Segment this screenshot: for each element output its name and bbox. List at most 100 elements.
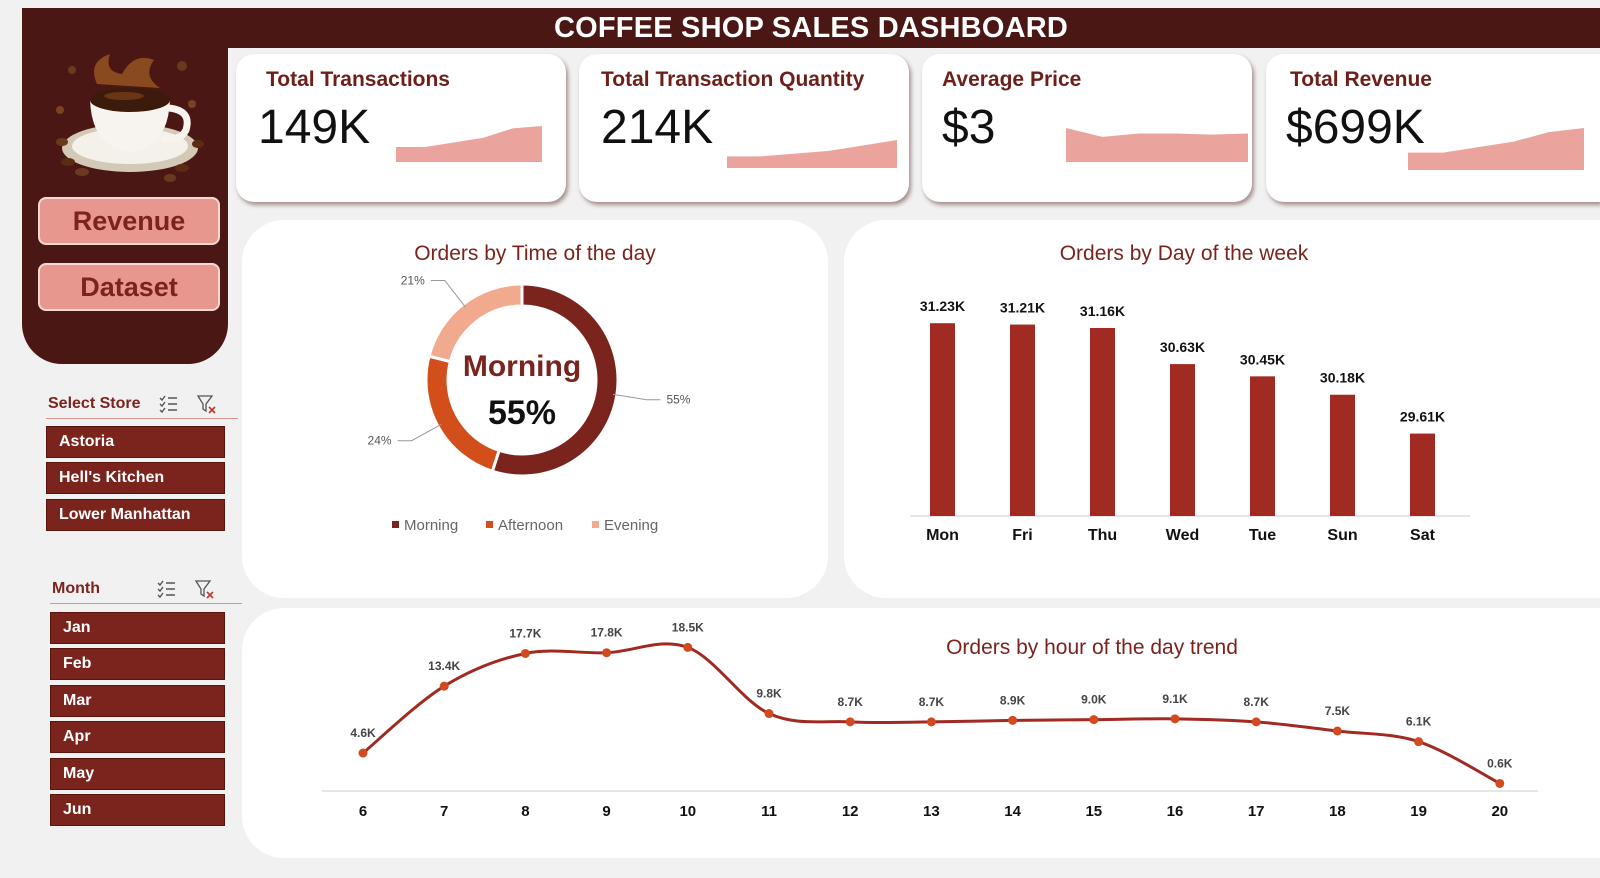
kpi-sparkline (396, 126, 542, 162)
point-data-label: 4.6K (350, 726, 376, 740)
kpi-value: 214K (601, 101, 714, 154)
legend-label-evening: Evening (604, 517, 658, 534)
donut-data-label: 55% (666, 393, 690, 407)
kpi-sparkline (1066, 128, 1248, 162)
point-data-label: 0.6K (1487, 756, 1513, 770)
data-point-hour-18[interactable] (1332, 726, 1342, 736)
store-slicer-title: Select Store (48, 395, 141, 412)
x-tick-label: 9 (602, 803, 610, 820)
x-tick-label: 13 (923, 803, 940, 820)
time-of-day-panel: Orders by Time of the day 55% 24% 21% Morni… (242, 220, 828, 598)
bar-sat[interactable] (1410, 433, 1435, 516)
leader-line (430, 279, 467, 308)
bar-thu[interactable] (1090, 327, 1115, 516)
data-point-hour-6[interactable] (358, 748, 368, 758)
x-tick-label: 16 (1167, 803, 1184, 820)
point-data-label: 6.1K (1406, 715, 1432, 729)
data-point-hour-7[interactable] (439, 681, 449, 691)
point-data-label: 17.7K (509, 626, 541, 640)
x-tick-label: Sat (1410, 527, 1436, 544)
x-tick-label: 17 (1248, 803, 1265, 820)
store-item-hells-kitchen[interactable]: Hell's Kitchen (46, 462, 225, 494)
point-data-label: 9.1K (1162, 692, 1188, 706)
bar-mon[interactable] (930, 323, 955, 516)
month-item-may[interactable]: May (50, 758, 225, 790)
data-point-hour-9[interactable] (602, 648, 612, 658)
kpi-value: $3 (942, 101, 996, 154)
bar-data-label: 31.21K (1000, 300, 1045, 316)
line-chart: 4.6K 6 13.4K 7 17.7K 8 17.8K 9 18.5K 10 9.8K 11 8.7K… (322, 620, 1538, 820)
kpi-label: Total Transaction Quantity (601, 68, 865, 91)
bar-data-label: 30.18K (1320, 370, 1365, 386)
clear-filter-icon[interactable] (196, 393, 218, 415)
legend-swatch (392, 521, 399, 528)
multi-select-icon[interactable] (158, 393, 180, 415)
bar-wed[interactable] (1170, 364, 1195, 516)
point-data-label: 9.8K (756, 687, 782, 701)
point-data-label: 9.0K (1081, 693, 1107, 707)
month-slicer-header: Month (50, 576, 242, 604)
multi-select-icon[interactable] (156, 578, 178, 600)
data-point-hour-16[interactable] (1170, 714, 1180, 724)
store-item-astoria[interactable]: Astoria (46, 426, 225, 458)
data-point-hour-14[interactable] (1008, 715, 1018, 725)
dataset-button[interactable]: Dataset (38, 263, 220, 311)
legend-swatch (592, 521, 599, 528)
kpi-label: Average Price (942, 68, 1082, 91)
legend-swatch (486, 521, 493, 528)
kpi-card-total-transactions: Total Transactions 149K (236, 54, 566, 202)
kpi-card-average-price: Average Price $3 (922, 54, 1252, 202)
data-point-hour-10[interactable] (683, 642, 693, 652)
x-tick-label: 12 (842, 803, 859, 820)
month-item-jun[interactable]: Jun (50, 794, 225, 826)
x-tick-label: 7 (440, 803, 448, 820)
leader-line (397, 423, 442, 442)
donut-data-label: 21% (401, 273, 425, 287)
point-data-label: 18.5K (672, 620, 704, 634)
coffee-cup-logo (56, 54, 204, 182)
sparkline-area (727, 140, 897, 168)
x-tick-label: 11 (761, 803, 777, 820)
x-tick-label: 14 (1004, 803, 1021, 820)
x-tick-label: 6 (359, 803, 367, 820)
data-point-hour-13[interactable] (926, 717, 936, 727)
data-point-hour-15[interactable] (1089, 715, 1099, 725)
x-tick-label: 15 (1085, 803, 1102, 820)
data-point-hour-11[interactable] (764, 709, 774, 719)
dashboard-title: COFFEE SHOP SALES DASHBOARD (22, 8, 1600, 48)
data-point-hour-12[interactable] (845, 717, 855, 727)
day-of-week-panel: Orders by Day of the week 31.23K Mon 31.21… (844, 220, 1600, 598)
bar-data-label: 31.23K (920, 298, 965, 314)
x-tick-label: Tue (1249, 527, 1276, 544)
point-data-label: 7.5K (1325, 704, 1351, 718)
month-item-mar[interactable]: Mar (50, 685, 225, 717)
bar-fri[interactable] (1010, 324, 1035, 516)
kpi-card-total-revenue: Total Revenue $699K (1266, 54, 1600, 202)
data-point-hour-17[interactable] (1251, 717, 1261, 727)
x-tick-label: 18 (1329, 803, 1346, 820)
bar-sun[interactable] (1330, 394, 1355, 516)
data-point-hour-8[interactable] (520, 648, 530, 658)
store-item-lower-manhattan[interactable]: Lower Manhattan (46, 499, 225, 531)
revenue-button[interactable]: Revenue (38, 197, 220, 245)
bar-tue[interactable] (1250, 376, 1275, 516)
kpi-value: 149K (258, 101, 371, 154)
sparkline-area (1408, 128, 1584, 170)
sparkline-area (396, 126, 542, 162)
month-item-feb[interactable]: Feb (50, 648, 225, 680)
data-point-hour-20[interactable] (1495, 778, 1505, 788)
x-tick-label: Mon (926, 527, 959, 544)
bar-data-label: 31.16K (1080, 303, 1125, 319)
donut-data-label: 24% (368, 434, 392, 448)
point-data-label: 8.7K (919, 695, 945, 709)
legend-label-afternoon: Afternoon (498, 517, 563, 534)
kpi-sparkline (1408, 128, 1584, 170)
bar-data-label: 29.61K (1400, 409, 1445, 425)
donut-center-label: Morning (463, 350, 581, 383)
clear-filter-icon[interactable] (194, 578, 216, 600)
data-point-hour-19[interactable] (1414, 737, 1424, 747)
leader-line (612, 393, 661, 401)
x-tick-label: 10 (679, 803, 696, 820)
month-item-apr[interactable]: Apr (50, 721, 225, 753)
month-item-jan[interactable]: Jan (50, 612, 225, 644)
